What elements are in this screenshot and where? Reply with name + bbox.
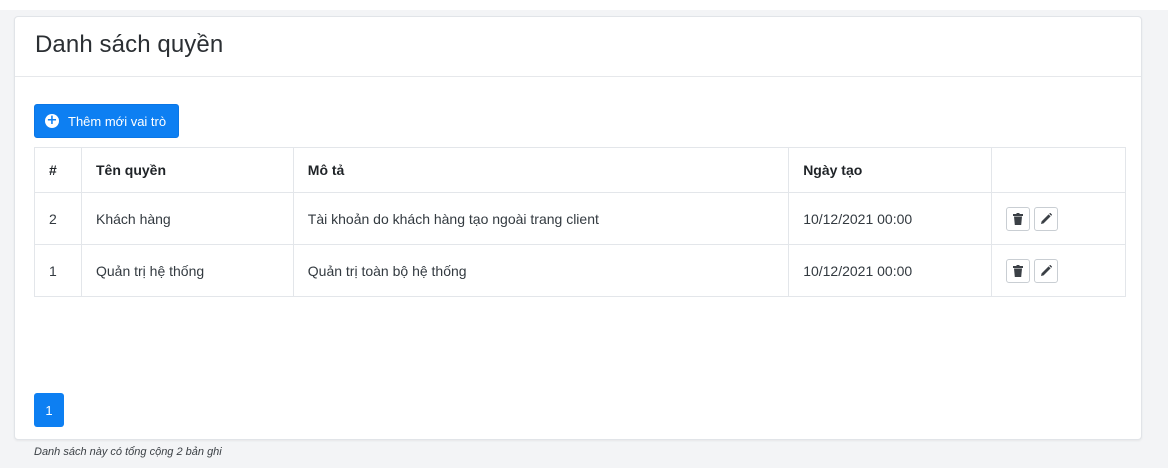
edit-button[interactable] (1034, 206, 1059, 231)
column-header-index: # (34, 147, 82, 193)
roles-card: Danh sách quyền + Thêm mới vai trò # Tên… (14, 16, 1142, 458)
row-name: Khách hàng (80, 192, 294, 245)
row-description: Quản trị toàn bộ hệ thống (292, 244, 790, 297)
row-name: Quản trị hệ thống (80, 244, 294, 297)
table-row: 1 Quản trị hệ thống Quản trị toàn bộ hệ … (34, 244, 1126, 297)
column-header-description: Mô tả (292, 147, 790, 193)
table-header-row: # Tên quyền Mô tả Ngày tạo (34, 147, 1126, 193)
roles-table: # Tên quyền Mô tả Ngày tạo 2 Khách hàng … (34, 147, 1126, 297)
trash-icon (1013, 264, 1024, 277)
trash-icon (1013, 212, 1024, 225)
card-header: Danh sách quyền (15, 17, 1141, 77)
pagination-page-1[interactable]: 1 (34, 393, 64, 427)
column-header-created: Ngày tạo (788, 147, 993, 193)
delete-button[interactable] (1006, 206, 1031, 231)
plus-circle-icon: + (45, 113, 59, 128)
add-role-label: Thêm mới vai trò (68, 113, 167, 129)
add-role-button[interactable]: + Thêm mới vai trò (34, 104, 180, 138)
delete-button[interactable] (1006, 258, 1031, 283)
table-row: 2 Khách hàng Tài khoản do khách hàng tạo… (34, 192, 1126, 245)
record-count-summary: Danh sách này có tổng cộng 2 bản ghi (34, 446, 222, 458)
pencil-icon (1041, 264, 1053, 276)
edit-button[interactable] (1034, 258, 1059, 283)
row-created: 10/12/2021 00:00 (788, 244, 993, 297)
pencil-icon (1041, 212, 1053, 224)
row-actions (991, 192, 1126, 245)
top-strip (0, 0, 1168, 10)
row-created: 10/12/2021 00:00 (788, 192, 993, 245)
column-header-name: Tên quyền (80, 147, 294, 193)
row-description: Tài khoản do khách hàng tạo ngoài trang … (292, 192, 790, 245)
row-index: 2 (34, 192, 82, 245)
page-title: Danh sách quyền (35, 30, 224, 58)
row-actions (991, 244, 1126, 297)
row-index: 1 (34, 244, 82, 297)
column-header-actions (991, 147, 1126, 193)
